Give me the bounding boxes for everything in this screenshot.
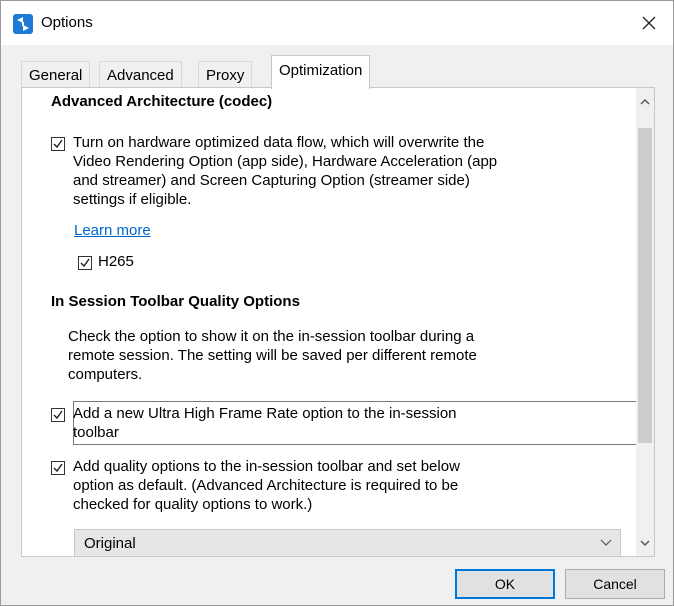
tab-label: Optimization [279,62,363,79]
label-line: Turn on hardware optimized data flow, wh… [73,134,485,151]
h265-checkbox[interactable] [78,256,92,270]
ultra-high-frame-rate-checkbox[interactable] [51,408,65,422]
chevron-down-icon [640,540,650,546]
hw-optimized-flow-checkbox[interactable] [51,137,65,151]
checkmark-icon [53,139,63,149]
cancel-button[interactable]: Cancel [565,569,665,599]
tab-general[interactable]: General [21,61,91,89]
quality-default-dropdown[interactable]: Original [74,529,621,556]
checkmark-icon [53,410,63,420]
ultra-high-frame-rate-option: Add a new Ultra High Frame Rate option t… [51,404,457,442]
scroll-down-button[interactable] [636,530,654,556]
dropdown-selected-value: Original [84,535,136,552]
label-line: checked for quality options to work.) [73,496,313,513]
tab-label: Proxy [206,67,245,84]
scroll-content: Advanced Architecture (codec) Turn on ha… [22,88,638,556]
tab-label: Advanced [107,67,174,84]
tab-optimization[interactable]: Optimization [271,55,371,89]
checkmark-icon [80,258,90,268]
vertical-scrollbar[interactable] [636,88,654,556]
h265-label: H265 [98,253,134,270]
close-button[interactable] [625,1,673,45]
ok-button[interactable]: OK [455,569,555,599]
codec-section-title: Advanced Architecture (codec) [51,93,273,110]
label-line: toolbar [73,424,119,441]
toolbar-section-title: In Session Toolbar Quality Options [51,293,300,310]
ultra-high-frame-rate-label: Add a new Ultra High Frame Rate option t… [73,404,457,442]
scroll-up-button[interactable] [636,88,654,114]
hw-optimized-flow-label: Turn on hardware optimized data flow, wh… [73,133,497,209]
options-dialog: Options General Advanced Proxy Optimizat… [0,0,674,606]
checkmark-icon [53,463,63,473]
optimization-panel: Advanced Architecture (codec) Turn on ha… [21,87,655,557]
label-line: and streamer) and Screen Capturing Optio… [73,172,470,189]
description-line: computers. [68,366,143,383]
description-line: remote session. The setting will be save… [68,347,477,364]
close-icon [642,16,656,30]
label-line: Add quality options to the in-session to… [73,458,460,475]
options-app-icon [13,14,33,34]
label-line: option as default. (Advanced Architectur… [73,477,459,494]
scrollbar-thumb[interactable] [638,128,652,443]
window-title: Options [41,14,93,31]
toolbar-section-description: Check the option to show it on the in-se… [68,327,477,384]
tab-advanced[interactable]: Advanced [99,61,182,89]
label-line: Video Rendering Option (app side), Hardw… [73,153,498,170]
title-bar: Options [1,1,673,45]
label-line: settings if eligible. [73,191,192,208]
tab-proxy[interactable]: Proxy [198,61,253,89]
learn-more-link[interactable]: Learn more [74,222,151,239]
hw-optimized-flow-option: Turn on hardware optimized data flow, wh… [51,133,497,209]
quality-options-option: Add quality options to the in-session to… [51,457,460,514]
tab-label: General [29,67,83,84]
h265-option: H265 [78,252,134,271]
description-line: Check the option to show it on the in-se… [68,328,475,345]
chevron-down-icon [600,539,612,546]
chevron-up-icon [640,98,650,104]
quality-options-label: Add quality options to the in-session to… [73,457,460,514]
label-line: Add a new Ultra High Frame Rate option t… [73,405,457,422]
quality-options-checkbox[interactable] [51,461,65,475]
